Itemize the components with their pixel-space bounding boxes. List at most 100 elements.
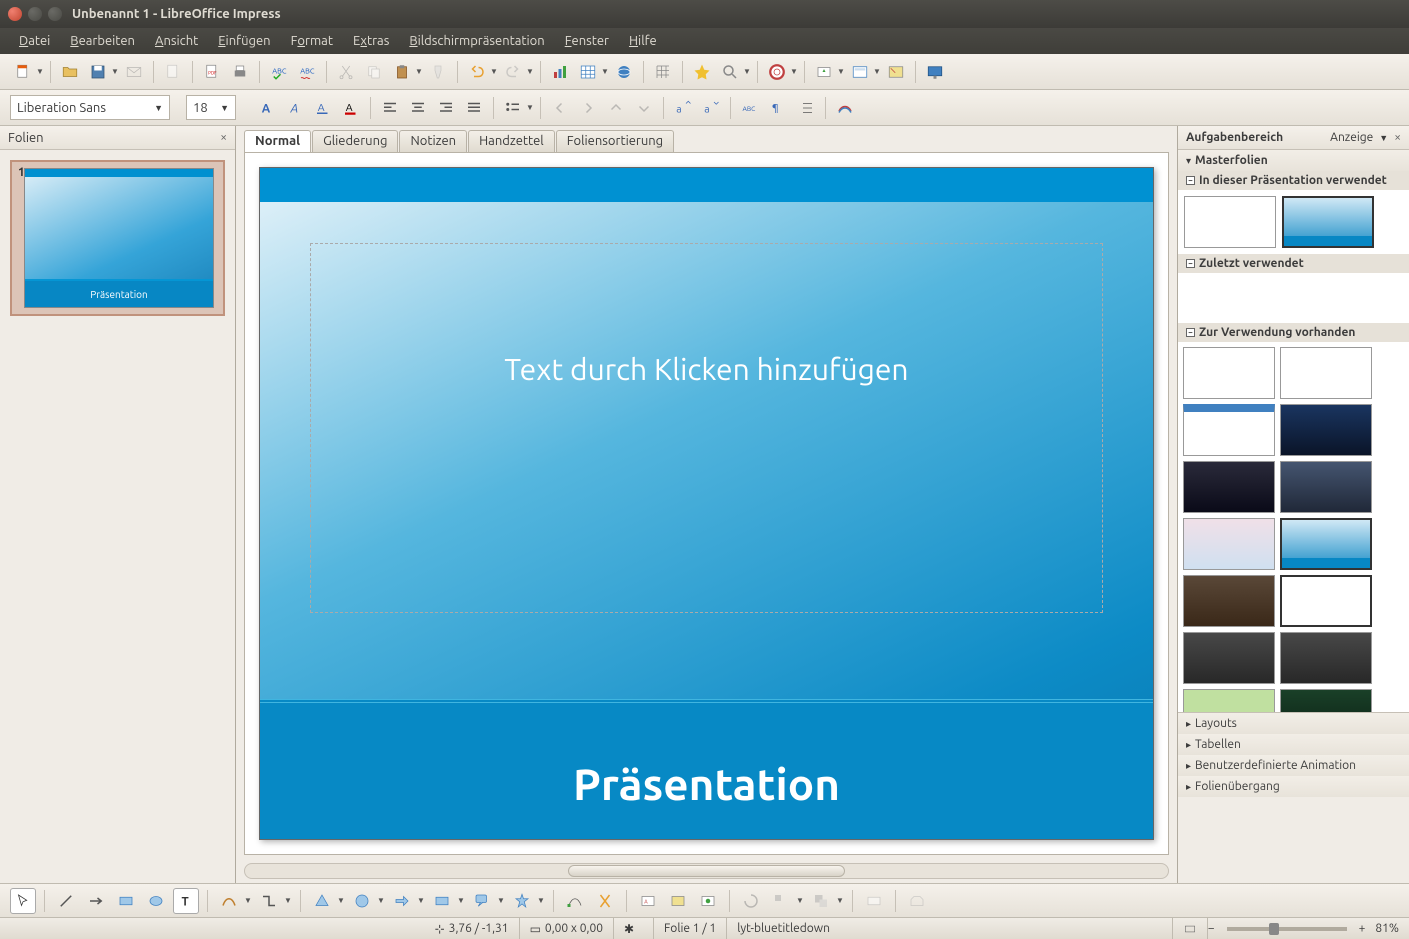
curve-tool[interactable] [216, 888, 242, 914]
demote-button[interactable] [575, 95, 601, 121]
master-thumb-current[interactable] [1280, 518, 1372, 570]
font-name-combo[interactable]: Liberation Sans ▼ [10, 95, 170, 120]
stars-tool[interactable] [509, 888, 535, 914]
task-pane-close[interactable]: × [1394, 131, 1401, 144]
grid-button[interactable] [650, 59, 676, 85]
slide-layout-dropdown[interactable]: ▼ [873, 67, 881, 76]
line-tool[interactable] [53, 888, 79, 914]
chevron-down-icon[interactable]: ▼ [1379, 133, 1388, 143]
print-button[interactable] [227, 59, 253, 85]
arrange-tool[interactable] [808, 888, 834, 914]
stars-dropdown[interactable]: ▼ [537, 896, 545, 905]
rotate-tool[interactable] [738, 888, 764, 914]
menu-format[interactable]: Format [282, 30, 342, 52]
table-button[interactable] [575, 59, 601, 85]
tab-handout[interactable]: Handzettel [468, 130, 555, 152]
subsection-recent[interactable]: − Zuletzt verwendet [1178, 254, 1409, 273]
zoom-handle[interactable] [1269, 923, 1279, 935]
subsection-used-in[interactable]: − In dieser Präsentation verwendet [1178, 171, 1409, 190]
paragraph-button[interactable]: ¶ [765, 95, 791, 121]
promote-button[interactable] [547, 95, 573, 121]
horizontal-scrollbar[interactable] [244, 863, 1169, 879]
redo-dropdown[interactable]: ▼ [526, 67, 534, 76]
redo-button[interactable] [500, 59, 526, 85]
slide-thumbnail-1[interactable]: 1 Präsentation [10, 160, 225, 316]
font-color-button[interactable]: A [338, 95, 364, 121]
format-paintbrush-button[interactable] [425, 59, 451, 85]
spellcheck-button[interactable]: ABC [266, 59, 292, 85]
open-button[interactable] [57, 59, 83, 85]
window-close-button[interactable] [8, 7, 22, 21]
menu-slideshow[interactable]: Bildschirmpräsentation [400, 30, 553, 52]
callouts-tool[interactable] [469, 888, 495, 914]
master-thumb[interactable] [1280, 404, 1372, 456]
export-pdf-button[interactable]: PDF [199, 59, 225, 85]
task-pane-view-menu[interactable]: Anzeige [1330, 131, 1373, 144]
paste-dropdown[interactable]: ▼ [415, 67, 423, 76]
tab-notes[interactable]: Notizen [399, 130, 467, 152]
curve-dropdown[interactable]: ▼ [244, 896, 252, 905]
slideshow-button[interactable] [922, 59, 948, 85]
connector-tool[interactable] [256, 888, 282, 914]
master-thumb[interactable] [1280, 689, 1372, 712]
slide-title[interactable]: Präsentation [260, 760, 1153, 809]
block-arrows-dropdown[interactable]: ▼ [417, 896, 425, 905]
basic-shapes-tool[interactable] [309, 888, 335, 914]
section-masterfolien[interactable]: ▾ Masterfolien [1178, 150, 1409, 171]
cut-button[interactable] [333, 59, 359, 85]
gallery-dropdown[interactable]: ▼ [837, 67, 845, 76]
zoom-button[interactable] [717, 59, 743, 85]
status-zoom-value[interactable]: 81% [1365, 918, 1409, 939]
underline-button[interactable]: A [310, 95, 336, 121]
menu-extras[interactable]: Extras [344, 30, 398, 52]
master-thumb[interactable] [1183, 518, 1275, 570]
from-file-tool[interactable] [665, 888, 691, 914]
zoom-out-icon[interactable]: − [1208, 922, 1215, 935]
menu-view[interactable]: Ansicht [146, 30, 207, 52]
fontwork-gallery-tool[interactable]: A [635, 888, 661, 914]
master-thumb[interactable] [1183, 404, 1275, 456]
section-custom-animation[interactable]: ▸ Benutzerdefinierte Animation [1178, 755, 1409, 776]
gallery-button[interactable] [811, 59, 837, 85]
save-button[interactable] [85, 59, 111, 85]
master-thumb[interactable] [1280, 347, 1372, 399]
arrange-dropdown[interactable]: ▼ [836, 896, 844, 905]
connector-dropdown[interactable]: ▼ [284, 896, 292, 905]
decrease-font-button[interactable]: a [698, 95, 724, 121]
gallery-tool[interactable] [695, 888, 721, 914]
move-up-button[interactable] [603, 95, 629, 121]
new-doc-button[interactable] [10, 59, 36, 85]
align-center-button[interactable] [405, 95, 431, 121]
slides-panel-close[interactable]: × [220, 131, 227, 144]
save-dropdown[interactable]: ▼ [111, 67, 119, 76]
master-thumb[interactable] [1183, 632, 1275, 684]
undo-dropdown[interactable]: ▼ [490, 67, 498, 76]
text-tool[interactable]: T [173, 888, 199, 914]
undo-button[interactable] [464, 59, 490, 85]
collapse-icon[interactable]: − [1186, 328, 1195, 337]
menu-help[interactable]: Hilfe [620, 30, 666, 52]
master-thumb[interactable] [1183, 575, 1275, 627]
slide-thumbnails-area[interactable]: 1 Präsentation [0, 150, 235, 883]
slide-layout-button[interactable] [847, 59, 873, 85]
subsection-available[interactable]: − Zur Verwendung vorhanden [1178, 323, 1409, 342]
extrusion-tool[interactable] [904, 888, 930, 914]
master-thumb[interactable] [1183, 689, 1275, 712]
symbol-shapes-dropdown[interactable]: ▼ [377, 896, 385, 905]
align-dropdown[interactable]: ▼ [796, 896, 804, 905]
menu-window[interactable]: Fenster [556, 30, 618, 52]
character-button[interactable]: ABC [737, 95, 763, 121]
align-right-button[interactable] [433, 95, 459, 121]
menu-insert[interactable]: Einfügen [209, 30, 279, 52]
master-thumb[interactable] [1280, 461, 1372, 513]
insert-slide-tool[interactable] [861, 888, 887, 914]
menu-file[interactable]: Datei [10, 30, 59, 52]
hscroll-thumb[interactable] [568, 865, 845, 877]
auto-spellcheck-button[interactable]: ABC [294, 59, 320, 85]
fontwork-button[interactable] [832, 95, 858, 121]
arrow-tool[interactable] [83, 888, 109, 914]
points-edit-tool[interactable] [562, 888, 588, 914]
increase-font-button[interactable]: a [670, 95, 696, 121]
paste-button[interactable] [389, 59, 415, 85]
tab-outline[interactable]: Gliederung [312, 130, 398, 152]
